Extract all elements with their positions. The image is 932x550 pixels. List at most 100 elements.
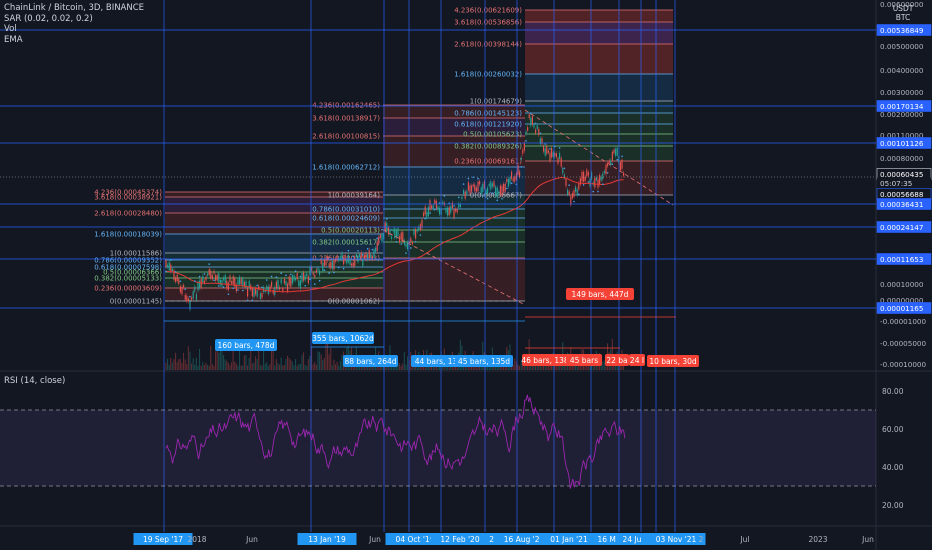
candle-body: [463, 190, 465, 195]
candle-body: [317, 268, 319, 271]
volume-bar: [208, 365, 210, 370]
sar-dot: [587, 181, 590, 183]
volume-bar: [322, 359, 324, 370]
candle-body: [466, 191, 468, 195]
candle-body: [547, 150, 549, 153]
candle-body: [295, 278, 297, 281]
volume-bar: [213, 365, 215, 370]
sar-dot: [280, 272, 283, 275]
currency-unit[interactable]: USDT BTC: [878, 4, 928, 22]
time-tick: Jul: [739, 535, 749, 544]
candle-body: [416, 229, 418, 232]
range-label-text: 46 bars, 138: [521, 356, 569, 365]
candle-body: [431, 205, 433, 209]
indicator-vol[interactable]: Vol: [4, 24, 144, 35]
range-label-text: 88 bars, 264d: [344, 357, 396, 366]
candle-body: [595, 177, 597, 181]
range-label: 46 bars, 138: [521, 354, 569, 366]
candle-body: [181, 286, 183, 295]
candle-body: [485, 189, 487, 195]
volume-bar: [197, 365, 199, 370]
volume-bar: [251, 363, 253, 370]
sar-dot: [482, 195, 484, 197]
sar-dot: [261, 286, 263, 289]
candle-body: [339, 256, 341, 259]
candle-body: [303, 272, 305, 281]
indicator-sar[interactable]: SAR (0.02, 0.02, 0.2): [4, 14, 144, 25]
rsi-legend[interactable]: RSI (14, close): [4, 376, 65, 386]
price-label-text: 0.00536849: [880, 26, 924, 35]
volume-bar: [407, 356, 409, 370]
range-label: 149 bars, 447d: [566, 288, 634, 300]
volume-bar: [183, 352, 185, 370]
volume-bar: [261, 365, 263, 370]
time-label: 2018: [187, 535, 206, 544]
volume-bar: [237, 365, 239, 370]
volume-bar: [605, 365, 607, 370]
range-label: 355 bars, 1062d: [312, 332, 374, 344]
volume-bar: [549, 365, 551, 370]
candle-body: [496, 187, 498, 198]
candle-body: [327, 256, 329, 261]
candle-body: [536, 125, 538, 130]
candle-body: [178, 279, 180, 284]
candle-body: [194, 286, 196, 292]
time-label: 01 Jan '21: [550, 535, 588, 544]
sar-dot: [318, 279, 321, 282]
volume-bar: [247, 365, 249, 370]
candle-body: [439, 207, 441, 215]
volume-bar: [551, 365, 553, 370]
symbol-title: ChainLink / Bitcoin, 3D, BINANCE: [4, 3, 145, 13]
candle-body: [482, 183, 484, 193]
sar-dot: [328, 272, 331, 274]
candle-body: [435, 200, 437, 209]
range-label: 88 bars, 264d: [343, 355, 398, 367]
candle-body: [165, 260, 167, 267]
sar-dot: [611, 163, 614, 165]
unit-bottom: BTC: [895, 13, 911, 22]
candle-body: [523, 143, 525, 151]
volume-bar: [189, 351, 191, 370]
sar-dot: [170, 259, 172, 261]
volume-bar: [184, 359, 186, 370]
range-label: 24 I: [629, 354, 645, 366]
volume-bar: [315, 364, 317, 370]
candle-body: [306, 273, 308, 277]
sar-dot: [189, 295, 191, 298]
time-label: 03 Nov '21: [656, 535, 697, 544]
sar-dot: [357, 250, 359, 252]
indicator-ema[interactable]: EMA: [4, 35, 144, 46]
sar-dot: [227, 293, 230, 295]
candle-body: [584, 176, 586, 181]
sar-dot: [208, 263, 210, 265]
candle-body: [589, 178, 591, 187]
volume-bar: [543, 365, 545, 370]
candle-body: [232, 276, 234, 285]
price-label-text: 0.00024147: [880, 223, 923, 232]
candle-body: [479, 181, 481, 185]
sar-dot: [366, 248, 369, 250]
volume-bar: [264, 363, 266, 370]
price-label: 0.00536849: [876, 24, 932, 36]
volume-bar: [330, 347, 332, 370]
candle-body: [504, 183, 506, 192]
candle-body: [319, 270, 321, 275]
candle-body: [599, 174, 601, 185]
candle-body: [191, 297, 193, 300]
range-label-text: 45 bars, 135d: [458, 357, 510, 366]
candle-body: [291, 275, 293, 284]
candle-body: [461, 196, 463, 200]
volume-bar: [291, 361, 293, 370]
price-tick: 0.00010000: [880, 280, 924, 289]
candle-body: [535, 129, 537, 134]
sar-dot: [314, 283, 316, 285]
candle-body: [426, 211, 428, 218]
chart-legend: ChainLink / Bitcoin, 3D, BINANCE SAR (0.…: [4, 3, 144, 45]
fib-band: [525, 134, 673, 146]
candle-body: [488, 183, 490, 187]
candle-body: [511, 171, 513, 179]
sar-dot: [232, 287, 234, 290]
candle-body: [573, 190, 575, 197]
chart-canvas[interactable]: 4.236(0.00045374)3.618(0.00038921)2.618(…: [0, 0, 932, 550]
sar-dot: [501, 197, 503, 200]
